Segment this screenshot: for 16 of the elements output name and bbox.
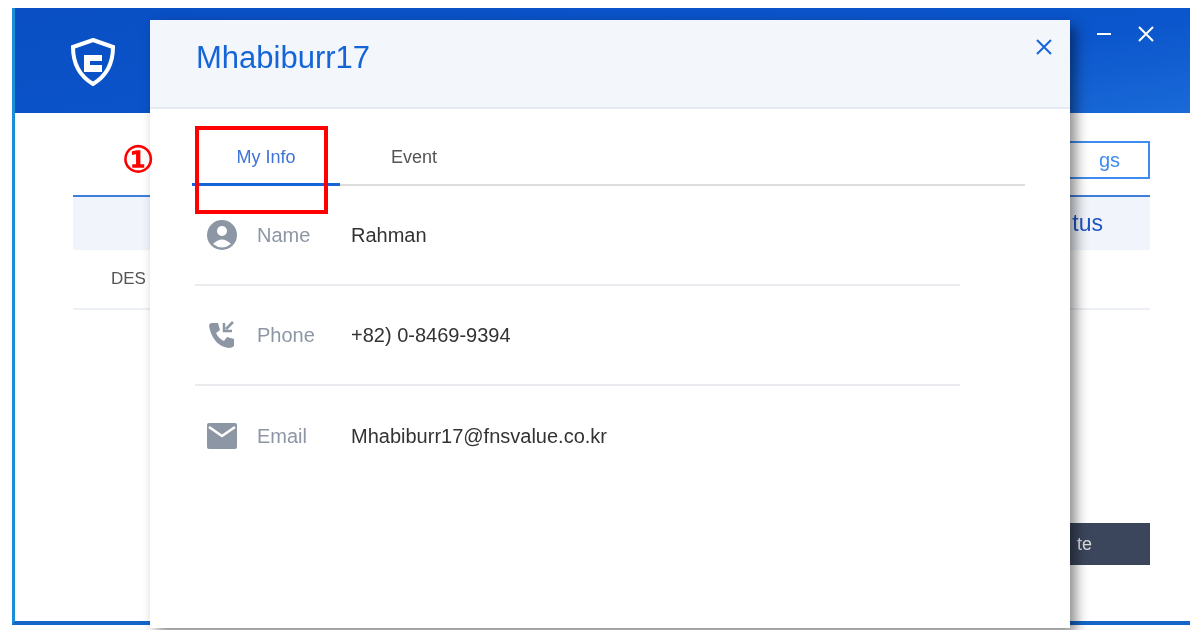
field-label: Phone bbox=[257, 323, 316, 348]
field-value: Rahman bbox=[351, 223, 427, 248]
tab[interactable]: Event bbox=[340, 131, 488, 186]
table-cell-text: DES bbox=[111, 268, 146, 291]
envelope-icon bbox=[207, 423, 237, 449]
person-icon bbox=[207, 220, 237, 250]
tab[interactable]: My Info bbox=[192, 131, 340, 186]
close-icon[interactable] bbox=[1036, 38, 1052, 55]
field-label: Email bbox=[257, 424, 308, 449]
field-value: +82) 0-8469-9394 bbox=[351, 323, 511, 348]
phone-icon bbox=[207, 320, 237, 350]
shield-logo-icon bbox=[70, 38, 116, 86]
field-label: Name bbox=[257, 223, 312, 248]
step-number: ① bbox=[122, 142, 154, 178]
field-value: Mhabiburr17@fnsvalue.co.kr bbox=[351, 424, 607, 449]
dialog-title: Mhabiburr17 bbox=[196, 39, 371, 78]
